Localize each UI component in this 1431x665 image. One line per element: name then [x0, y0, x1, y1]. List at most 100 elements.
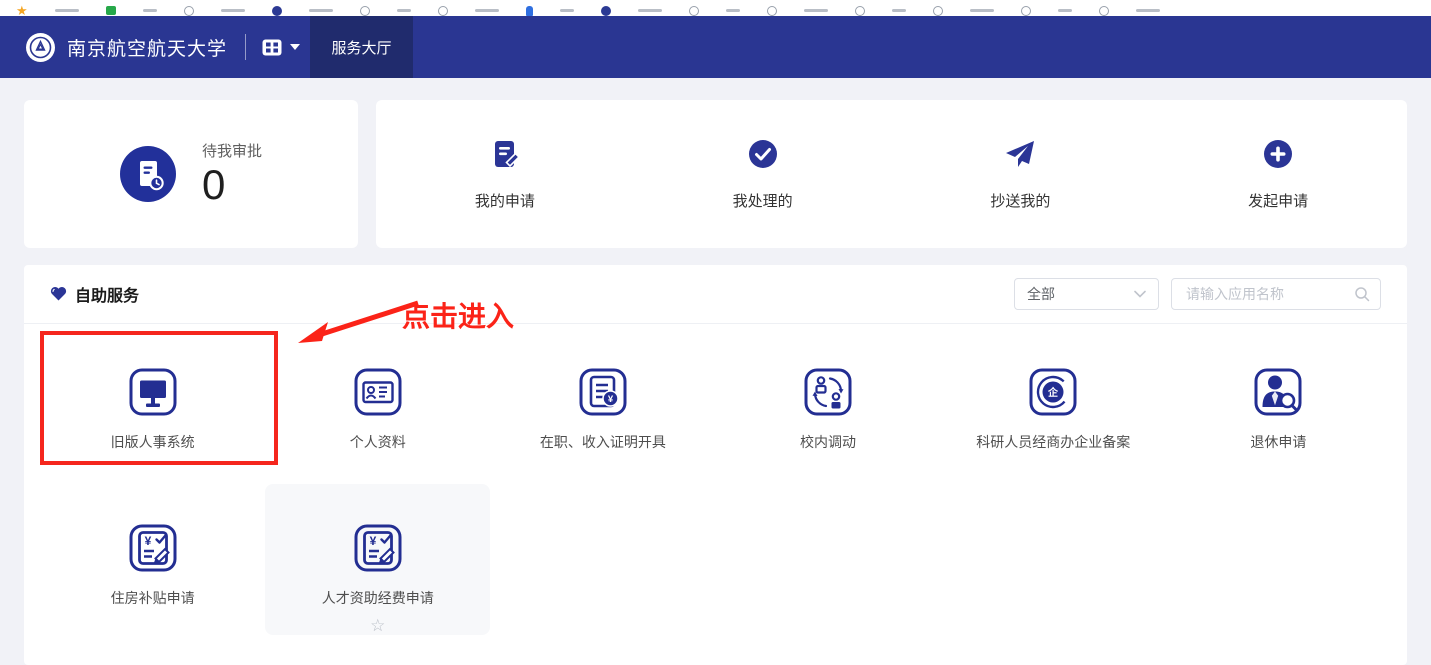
enterprise-icon: 企 [1027, 366, 1079, 418]
transfer-people-icon [802, 366, 854, 418]
paper-plane-icon [1004, 138, 1036, 170]
bookmark-label[interactable] [1136, 9, 1160, 12]
app-label: 个人资料 [350, 432, 406, 452]
my-applications-label: 我的申请 [475, 190, 535, 211]
app-item-enterprise-filing[interactable]: 企 科研人员经商办企业备案 [941, 324, 1166, 484]
app-item-housing-subsidy[interactable]: ¥ 住房补贴申请 [40, 484, 265, 635]
bookmark-label[interactable] [804, 9, 828, 12]
app-search-box [1171, 278, 1381, 310]
page-content: 待我审批 0 我的申请 [0, 78, 1431, 665]
favorite-star-icon[interactable]: ☆ [370, 617, 385, 634]
certificate-yen-icon: ¥ [577, 366, 629, 418]
app-item-talent-funding[interactable]: ¥ 人才资助经费申请 ☆ [265, 484, 490, 635]
app-label: 在职、收入证明开具 [540, 432, 666, 452]
panel-title-text: 自助服务 [75, 282, 139, 306]
svg-text:¥: ¥ [369, 534, 376, 548]
bookmark-favicon[interactable] [106, 6, 116, 15]
app-label: 科研人员经商办企业备案 [976, 432, 1130, 452]
self-service-panel: 自助服务 全部 点击进入 [24, 265, 1407, 665]
plus-circle-icon [1263, 138, 1293, 170]
portal-navbar: 南京航空航天大学 服务大厅 [0, 16, 1431, 78]
quick-actions-card: 我的申请 我处理的 抄送我的 [376, 100, 1407, 248]
app-label: 人才资助经费申请 [322, 588, 434, 608]
app-item-legacy-hr-system[interactable]: 旧版人事系统 [40, 324, 265, 484]
pending-summary-text: 待我审批 0 [202, 140, 262, 207]
bookmark-label[interactable] [309, 9, 333, 12]
panel-controls: 全部 [1014, 278, 1381, 310]
handled-by-me-label: 我处理的 [733, 190, 793, 211]
bookmark-label[interactable] [143, 9, 157, 12]
bookmark-label[interactable] [1058, 9, 1072, 12]
svg-text:¥: ¥ [608, 394, 614, 405]
search-input[interactable] [1184, 285, 1354, 303]
chevron-down-icon [290, 44, 300, 50]
start-application-item[interactable]: 发起申请 [1149, 100, 1407, 248]
app-label: 退休申请 [1250, 432, 1306, 452]
app-label: 住房补贴申请 [111, 588, 195, 608]
university-seal-icon [28, 35, 53, 60]
check-circle-icon [748, 138, 778, 170]
top-cards-row: 待我审批 0 我的申请 [24, 100, 1407, 248]
bookmark-favicon[interactable] [526, 6, 533, 16]
tab-service-hall[interactable]: 服务大厅 [310, 16, 413, 78]
pending-count: 0 [202, 163, 262, 207]
handled-by-me-item[interactable]: 我处理的 [634, 100, 892, 248]
browser-bookmarks-bar: ★ [0, 0, 1431, 16]
grid-apps-icon [262, 39, 282, 56]
svg-text:¥: ¥ [144, 534, 151, 548]
university-name: 南京航空航天大学 [67, 34, 227, 61]
app-item-employment-income-certificate[interactable]: ¥ 在职、收入证明开具 [490, 324, 715, 484]
start-application-label: 发起申请 [1248, 190, 1308, 211]
bookmark-label[interactable] [560, 9, 574, 12]
bookmark-favicon[interactable] [855, 6, 865, 16]
panel-title: 自助服务 [50, 282, 139, 306]
cc-to-me-item[interactable]: 抄送我的 [892, 100, 1150, 248]
bookmark-label[interactable] [970, 9, 994, 12]
bookmark-label[interactable] [638, 9, 662, 12]
bookmark-label[interactable] [55, 9, 79, 12]
bookmark-favicon[interactable] [601, 6, 611, 16]
pending-doc-icon [120, 146, 176, 202]
search-icon[interactable] [1354, 286, 1370, 302]
bookmark-favicon[interactable] [1021, 6, 1031, 16]
bookmark-label[interactable] [726, 9, 740, 12]
app-switcher-button[interactable] [262, 39, 300, 56]
bookmark-label[interactable] [892, 9, 906, 12]
category-select[interactable]: 全部 [1014, 278, 1159, 310]
bookmark-favicon[interactable] [933, 6, 943, 16]
pending-label: 待我审批 [202, 140, 262, 161]
bookmark-favicon[interactable] [184, 6, 194, 16]
university-logo [26, 33, 55, 62]
app-item-retirement-application[interactable]: 退休申请 [1166, 324, 1391, 484]
doc-edit-icon [489, 138, 521, 170]
subsidy-form-icon: ¥ [352, 522, 404, 574]
category-select-value: 全部 [1027, 284, 1055, 304]
apps-grid: 旧版人事系统 个人资料 ¥ [24, 324, 1407, 635]
bookmark-favicon[interactable] [689, 6, 699, 16]
bookmark-label[interactable] [475, 9, 499, 12]
pending-approval-card[interactable]: 待我审批 0 [24, 100, 358, 248]
star-icon[interactable]: ★ [16, 6, 28, 16]
cc-to-me-label: 抄送我的 [990, 190, 1050, 211]
bookmark-label[interactable] [221, 9, 245, 12]
subsidy-form-icon: ¥ [127, 522, 179, 574]
panel-header: 自助服务 全部 [24, 265, 1407, 324]
app-label: 旧版人事系统 [111, 432, 195, 452]
navbar-divider [245, 34, 246, 60]
bookmark-label[interactable] [397, 9, 411, 12]
svg-text:企: 企 [1047, 386, 1059, 399]
app-item-internal-transfer[interactable]: 校内调动 [715, 324, 940, 484]
my-applications-item[interactable]: 我的申请 [376, 100, 634, 248]
bookmark-favicon[interactable] [1099, 6, 1109, 16]
bookmark-favicon[interactable] [272, 6, 282, 16]
person-search-icon [1252, 366, 1304, 418]
monitor-icon [127, 366, 179, 418]
chevron-down-icon [1134, 290, 1146, 298]
app-label: 校内调动 [800, 432, 856, 452]
bookmark-favicon[interactable] [767, 6, 777, 16]
app-item-personal-profile[interactable]: 个人资料 [265, 324, 490, 484]
bookmark-favicon[interactable] [360, 6, 370, 16]
heart-icon [50, 286, 67, 302]
id-card-icon [352, 366, 404, 418]
bookmark-favicon[interactable] [438, 6, 448, 16]
